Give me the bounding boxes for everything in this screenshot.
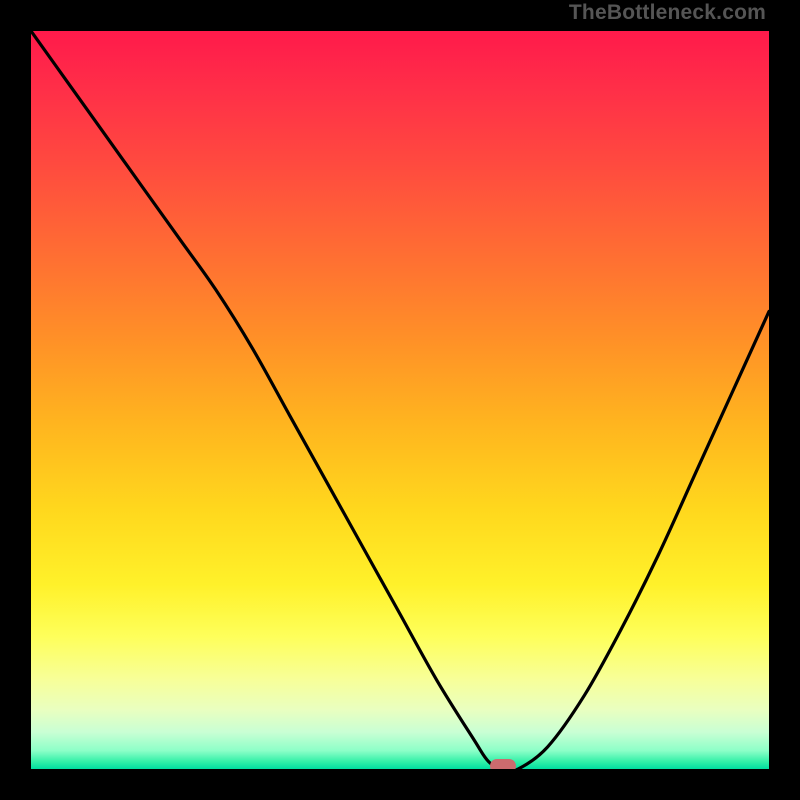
curve-layer <box>31 31 769 769</box>
watermark-text: TheBottleneck.com <box>569 1 766 25</box>
plot-area <box>31 31 769 769</box>
bottleneck-curve <box>31 31 769 769</box>
chart-frame: TheBottleneck.com <box>0 0 800 800</box>
optimum-marker <box>490 759 516 769</box>
